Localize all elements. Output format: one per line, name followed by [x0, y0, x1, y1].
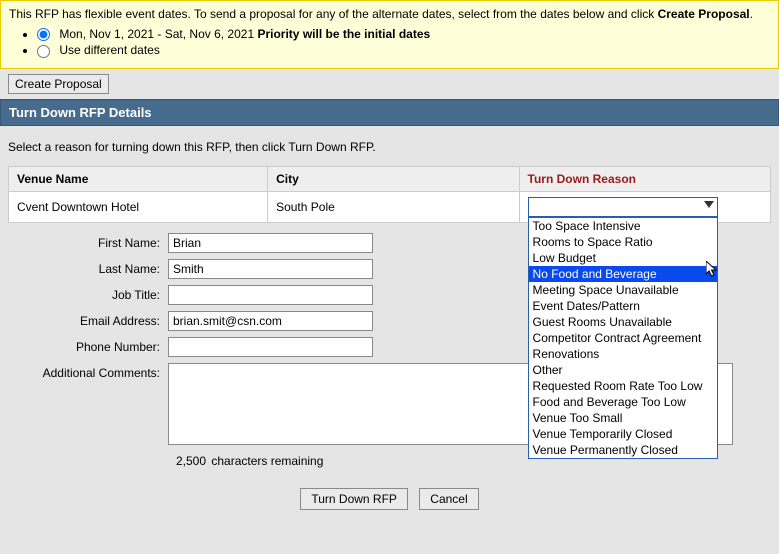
col-header-venue: Venue Name: [9, 166, 268, 191]
date-option-1-text: Mon, Nov 1, 2021 - Sat, Nov 6, 2021: [59, 27, 257, 41]
dropdown-option[interactable]: Too Space Intensive: [529, 218, 717, 234]
turn-down-rfp-button[interactable]: Turn Down RFP: [300, 488, 408, 510]
turn-down-reason-dropdown: Too Space IntensiveRooms to Space RatioL…: [528, 217, 718, 459]
cancel-button[interactable]: Cancel: [419, 488, 478, 510]
chevron-down-icon: [704, 201, 714, 208]
venue-table: Venue Name City Turn Down Reason Cvent D…: [8, 166, 771, 223]
dropdown-option[interactable]: Venue Permanently Closed: [529, 442, 717, 458]
notice-suffix: .: [750, 7, 753, 21]
col-header-city: City: [268, 166, 519, 191]
dropdown-option[interactable]: Food and Beverage Too Low: [529, 394, 717, 410]
notice-text: This RFP has flexible event dates. To se…: [9, 7, 770, 21]
dropdown-option[interactable]: Low Budget: [529, 250, 717, 266]
radio-different-dates[interactable]: [37, 45, 50, 58]
phone-input[interactable]: [168, 337, 373, 357]
instruction-text: Select a reason for turning down this RF…: [8, 140, 771, 154]
section-header-turn-down: Turn Down RFP Details: [0, 99, 779, 126]
dropdown-option[interactable]: Event Dates/Pattern: [529, 298, 717, 314]
flexible-dates-notice: This RFP has flexible event dates. To se…: [0, 0, 779, 69]
cell-city: South Pole: [268, 191, 519, 222]
dropdown-option[interactable]: Requested Room Rate Too Low: [529, 378, 717, 394]
date-option-1-bold: Priority will be the initial dates: [257, 27, 430, 41]
email-input[interactable]: [168, 311, 373, 331]
label-last-name: Last Name:: [8, 259, 168, 276]
label-comments: Additional Comments:: [8, 363, 168, 380]
turn-down-content: Select a reason for turning down this RF…: [0, 126, 779, 520]
last-name-input[interactable]: [168, 259, 373, 279]
char-label: characters remaining: [211, 454, 323, 468]
label-email: Email Address:: [8, 311, 168, 328]
turn-down-reason-select-wrap: Too Space IntensiveRooms to Space RatioL…: [528, 197, 718, 217]
action-buttons-row: Turn Down RFP Cancel: [8, 488, 771, 510]
dropdown-option[interactable]: Venue Too Small: [529, 410, 717, 426]
label-job-title: Job Title:: [8, 285, 168, 302]
dropdown-option[interactable]: No Food and Beverage: [529, 266, 717, 282]
create-proposal-button[interactable]: Create Proposal: [8, 74, 109, 94]
table-row: Cvent Downtown Hotel South Pole Too Spac…: [9, 191, 771, 222]
date-options-list: Mon, Nov 1, 2021 - Sat, Nov 6, 2021 Prio…: [37, 27, 770, 58]
char-count: 2,500: [176, 454, 208, 468]
dropdown-option[interactable]: Competitor Contract Agreement: [529, 330, 717, 346]
label-first-name: First Name:: [8, 233, 168, 250]
dropdown-option[interactable]: Other: [529, 362, 717, 378]
date-option-2-text: Use different dates: [59, 43, 160, 57]
date-option-2: Use different dates: [37, 43, 770, 57]
notice-prefix: This RFP has flexible event dates. To se…: [9, 7, 658, 21]
notice-bold: Create Proposal: [658, 7, 750, 21]
create-proposal-row: Create Proposal: [0, 69, 779, 99]
col-header-reason: Turn Down Reason: [519, 166, 770, 191]
cell-reason: Too Space IntensiveRooms to Space RatioL…: [519, 191, 770, 222]
job-title-input[interactable]: [168, 285, 373, 305]
date-option-1: Mon, Nov 1, 2021 - Sat, Nov 6, 2021 Prio…: [37, 27, 770, 41]
radio-priority-dates[interactable]: [37, 28, 50, 41]
dropdown-option[interactable]: Venue Temporarily Closed: [529, 426, 717, 442]
dropdown-option[interactable]: Meeting Space Unavailable: [529, 282, 717, 298]
turn-down-reason-select[interactable]: [528, 197, 718, 217]
first-name-input[interactable]: [168, 233, 373, 253]
dropdown-option[interactable]: Rooms to Space Ratio: [529, 234, 717, 250]
label-phone: Phone Number:: [8, 337, 168, 354]
dropdown-option[interactable]: Guest Rooms Unavailable: [529, 314, 717, 330]
dropdown-option[interactable]: Renovations: [529, 346, 717, 362]
cell-venue: Cvent Downtown Hotel: [9, 191, 268, 222]
